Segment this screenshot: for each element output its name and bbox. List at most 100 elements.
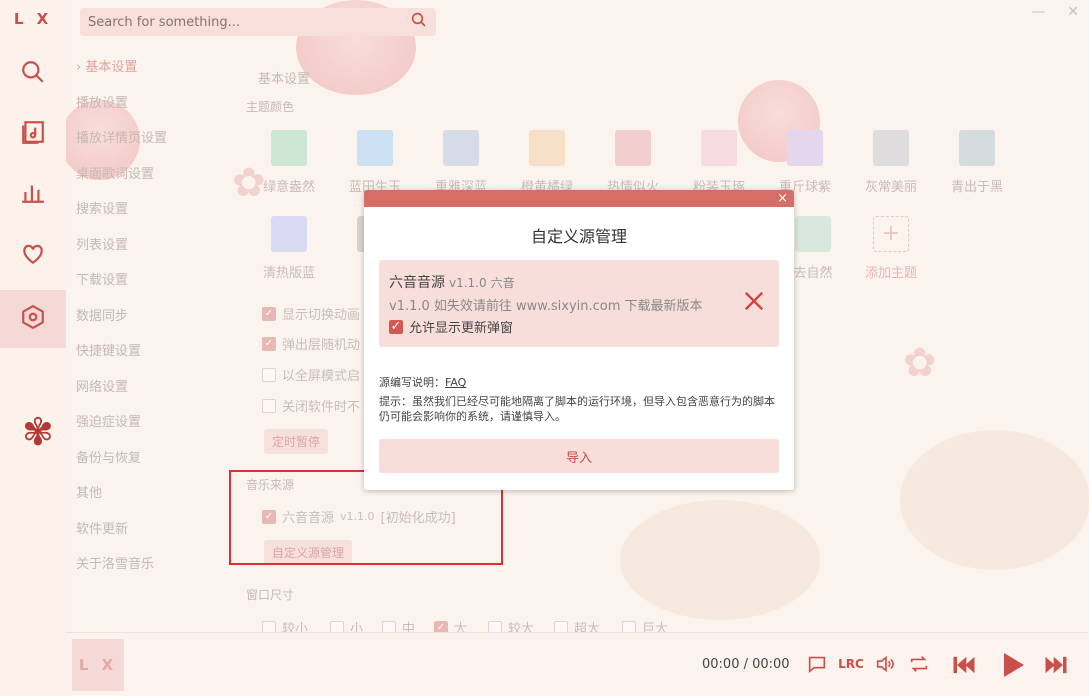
nav-search[interactable] — [0, 48, 66, 100]
source-author: 六音 — [490, 276, 515, 290]
theme-name: 去自然 — [793, 266, 833, 281]
theme-swatch — [529, 130, 565, 166]
allow-popup-checkbox[interactable]: ✓ 允许显示更新弹窗 — [389, 317, 769, 336]
checkbox-label: 关闭软件时不 — [282, 400, 361, 415]
faq-link[interactable]: FAQ — [445, 376, 466, 389]
theme-swatch — [357, 130, 393, 166]
play-icon[interactable] — [996, 649, 1028, 681]
search-icon[interactable] — [410, 11, 428, 33]
nav-favorites[interactable] — [0, 230, 66, 282]
settings-nav-item[interactable]: 快捷键设置 — [66, 340, 226, 376]
checkbox[interactable] — [262, 367, 276, 382]
theme-option[interactable]: 橙黄橘绿 — [507, 130, 587, 195]
checkbox-label: 以全屏模式启 — [282, 369, 361, 384]
minimize-icon[interactable]: — — [1031, 4, 1045, 20]
source-title: 六音音源 v1.1.0 六音 — [389, 272, 769, 292]
theme-name: 灰常美丽 — [864, 180, 917, 195]
theme-swatch — [873, 130, 909, 166]
comment-icon[interactable] — [806, 653, 828, 675]
setting-checkbox[interactable]: ✓ 弹出层随机动 — [262, 334, 360, 353]
tip-text: 提示：虽然我们已经尽可能地隔离了脚本的运行环境，但导入包含恶意行为的脚本仍可能会… — [379, 395, 775, 423]
theme-option[interactable]: 蓝田生玉 — [335, 130, 415, 195]
player-bar: L X 00:00 / 00:00 LRC — [66, 632, 1089, 696]
section-heading: 基本设置 — [258, 72, 311, 87]
theme-option[interactable]: 重斤球紫 — [765, 130, 845, 195]
theme-name: 青出于黑 — [950, 180, 1003, 195]
play-time: 00:00 / 00:00 — [702, 657, 790, 672]
nav-song-list[interactable] — [0, 108, 66, 160]
lyrics-icon[interactable]: LRC — [838, 653, 864, 675]
window-size-label: 窗口尺寸 — [246, 588, 295, 602]
close-icon[interactable]: ✕ — [1067, 4, 1079, 20]
settings-nav-item[interactable]: 列表设置 — [66, 234, 226, 270]
setting-checkbox[interactable]: ✓ 显示切换动画 — [262, 304, 360, 323]
add-theme-button[interactable]: + 添加主题 — [851, 216, 931, 281]
theme-name: 添加主题 — [864, 266, 917, 281]
settings-nav-item[interactable]: 播放详情页设置 — [66, 127, 226, 163]
settings-nav-item[interactable]: 下载设置 — [66, 269, 226, 305]
settings-icon — [20, 304, 46, 334]
theme-swatch — [787, 130, 823, 166]
settings-nav-item[interactable]: 强迫症设置 — [66, 411, 226, 447]
setting-checkbox[interactable]: 以全屏模式启 — [262, 365, 360, 384]
theme-option[interactable]: 青出于黑 — [937, 130, 1017, 195]
setting-checkbox[interactable]: 关闭软件时不 — [262, 396, 360, 415]
settings-nav-item[interactable]: 关于洛雪音乐 — [66, 553, 226, 589]
checkbox[interactable]: ✓ — [262, 336, 276, 351]
theme-option[interactable]: 粉装玉琢 — [679, 130, 759, 195]
checkbox-label: 显示切换动画 — [282, 308, 361, 323]
settings-nav-item[interactable]: 备份与恢复 — [66, 447, 226, 483]
dialog-titlebar: × — [364, 190, 794, 207]
theme-option[interactable]: 清热版蓝 — [249, 216, 329, 281]
settings-nav-item[interactable]: 网络设置 — [66, 376, 226, 412]
theme-name: 清热版蓝 — [262, 266, 315, 281]
settings-nav-item[interactable]: 播放设置 — [66, 92, 226, 128]
source-card: 六音音源 v1.1.0 六音 v1.1.0 如失效请前往 www.sixyin.co… — [379, 260, 779, 347]
timer-button[interactable]: 定时暂停 — [264, 429, 329, 454]
doc-info: 源编写说明：FAQ — [379, 374, 466, 390]
theme-option[interactable]: 热情似火 — [593, 130, 673, 195]
settings-nav-item[interactable]: 桌面歌词设置 — [66, 163, 226, 199]
dialog-title: 自定义源管理 — [530, 227, 627, 246]
checkbox-label: 弹出层随机动 — [282, 338, 361, 353]
search-bar[interactable] — [80, 8, 436, 36]
source-description: v1.1.0 如失效请前往 www.sixyin.com 下载最新版本 — [389, 299, 703, 314]
settings-nav-item[interactable]: 其他 — [66, 482, 226, 518]
checkbox[interactable]: ✓ — [262, 306, 276, 321]
nav-leaderboard[interactable] — [0, 168, 66, 220]
checkbox[interactable]: ✓ — [389, 319, 403, 334]
left-nav: L X ✾ — [0, 0, 66, 696]
settings-nav-item[interactable]: 软件更新 — [66, 518, 226, 554]
previous-icon[interactable] — [950, 651, 978, 679]
next-icon[interactable] — [1042, 651, 1070, 679]
checkbox[interactable] — [262, 398, 276, 413]
repeat-icon[interactable] — [908, 653, 930, 675]
delete-icon[interactable] — [743, 290, 765, 312]
album-cover[interactable]: L X — [72, 639, 124, 691]
settings-nav-item[interactable]: 搜索设置 — [66, 198, 226, 234]
volume-icon[interactable] — [874, 653, 896, 675]
close-icon[interactable]: × — [777, 190, 788, 207]
theme-option[interactable]: 绿意盎然 — [249, 130, 329, 195]
nav-settings[interactable] — [0, 290, 66, 348]
theme-swatch — [271, 130, 307, 166]
theme-swatch — [615, 130, 651, 166]
doc-label: 源编写说明： — [379, 376, 445, 389]
theme-option[interactable]: 灰常美丽 — [851, 130, 931, 195]
theme-option[interactable]: 重雅深蓝 — [421, 130, 501, 195]
theme-swatch — [959, 130, 995, 166]
theme-swatch — [701, 130, 737, 166]
settings-nav-item[interactable]: 数据同步 — [66, 305, 226, 341]
search-input[interactable] — [88, 14, 410, 30]
allow-popup-label: 允许显示更新弹窗 — [409, 321, 514, 336]
app-logo: L X — [13, 10, 53, 28]
theme-swatch — [795, 216, 831, 252]
custom-source-dialog: × 自定义源管理 六音音源 v1.1.0 六音 v1.1.0 如失效请前往 www.… — [364, 190, 794, 490]
settings-nav: 基本设置 播放设置 播放详情页设置 桌面歌词设置 搜索设置 列表设置 下载设置 … — [66, 56, 226, 589]
heart-icon — [20, 241, 46, 271]
source-version: v1.1.0 — [449, 276, 487, 290]
import-button[interactable]: 导入 — [379, 439, 779, 473]
plus-icon: + — [873, 216, 909, 252]
theme-swatch — [443, 130, 479, 166]
settings-nav-item[interactable]: 基本设置 — [66, 56, 226, 92]
